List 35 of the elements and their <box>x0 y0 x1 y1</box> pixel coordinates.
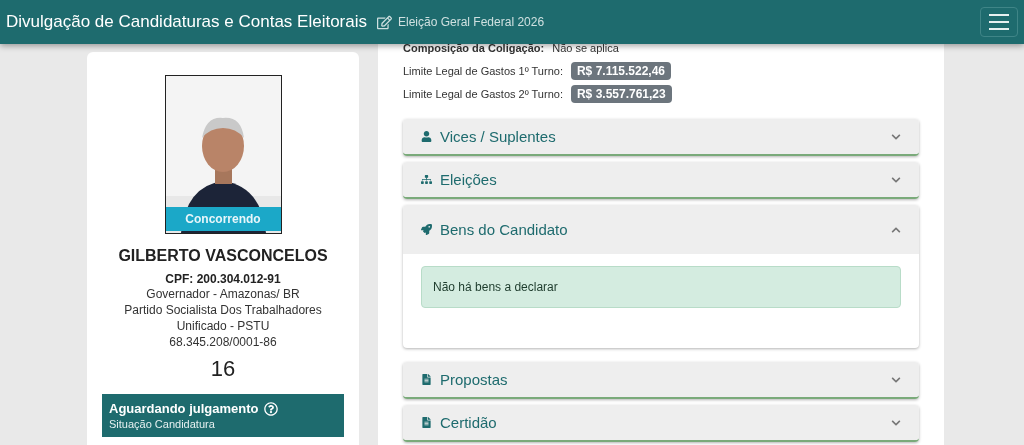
candidate-name: GILBERTO VASCONCELOS <box>118 247 328 265</box>
section-header[interactable]: Bens do Candidato <box>403 205 919 254</box>
file-icon <box>421 374 432 385</box>
chevron-icon <box>891 417 901 428</box>
section-header[interactable]: Eleições <box>403 162 919 199</box>
file-icon <box>421 417 432 428</box>
status-title: Aguardando julgamento <box>109 401 259 416</box>
chevron-icon <box>891 131 901 142</box>
amount-badge: R$ 7.115.522,46 <box>570 61 672 80</box>
candidate-info: 68.345.208/0001-86 <box>168 334 278 350</box>
section-header[interactable]: Vices / Suplentes <box>403 119 919 156</box>
amount-badge: R$ 3.557.761,23 <box>570 84 672 103</box>
status-subtitle: Situação Candidatura <box>109 418 216 430</box>
menu-button[interactable] <box>980 7 1018 37</box>
detail-value: Não se aplica <box>552 41 619 54</box>
chevron-icon <box>891 174 901 185</box>
candidate-number: 16 <box>210 356 236 382</box>
chevron-icon <box>891 374 901 385</box>
user-icon <box>421 131 432 142</box>
election-name: Eleição Geral Federal 2026 <box>398 15 545 29</box>
section-header[interactable]: Propostas <box>403 362 919 399</box>
help-icon[interactable] <box>263 401 278 416</box>
app-title: Divulgação de Candidaturas e Contas Eleitorais <box>6 12 367 32</box>
edit-icon <box>377 14 392 30</box>
detail-label: Limite Legal de Gastos 1º Turno: <box>403 64 563 77</box>
sitemap-icon <box>421 174 432 185</box>
rocket-icon <box>421 224 432 235</box>
candidate-cpf: CPF: 200.304.012-91 <box>165 272 281 286</box>
candidate-info: Governador - Amazonas/ BR <box>145 286 301 302</box>
candidate-info: Partido Socialista Dos Trabalhadores Unificado - PSTU <box>123 302 323 334</box>
section-header[interactable]: Certidão <box>403 405 919 442</box>
status-badge: Concorrendo <box>165 207 281 231</box>
info-alert: Não há bens a declarar <box>421 266 901 308</box>
detail-label: Composição da Coligação: <box>403 41 545 54</box>
detail-label: Limite Legal de Gastos 2º Turno: <box>403 87 563 100</box>
